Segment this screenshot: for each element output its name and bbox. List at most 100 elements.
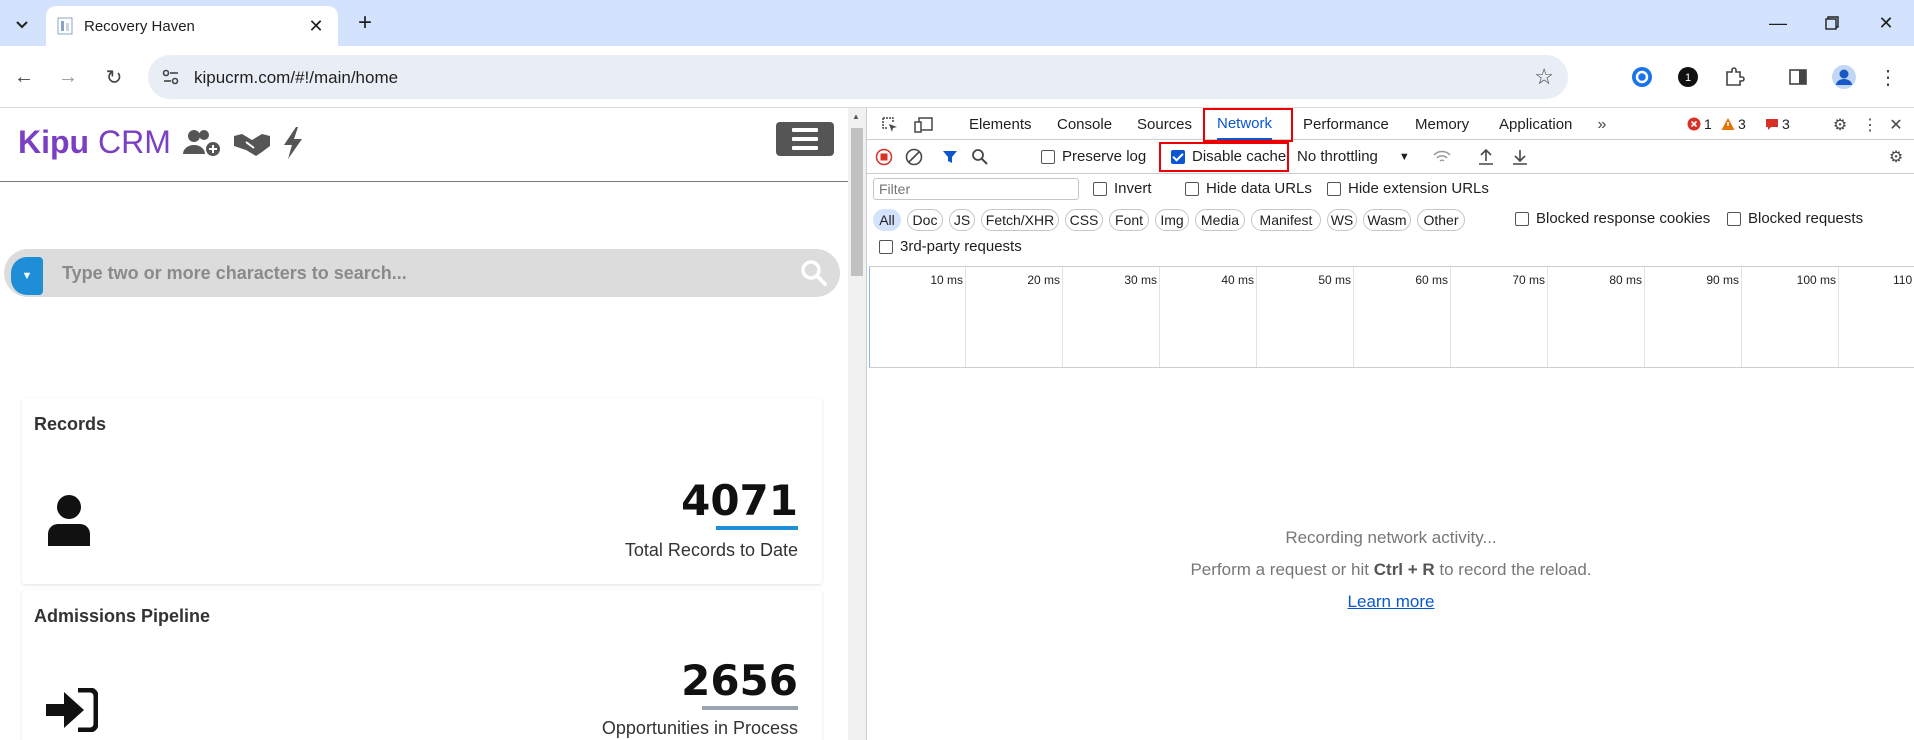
timeline-label: 30 ms bbox=[1124, 273, 1157, 287]
records-card[interactable]: Records 4071 Total Records to Date bbox=[22, 398, 822, 584]
warning-count[interactable]: 3 bbox=[1721, 116, 1746, 132]
forward-icon[interactable]: → bbox=[52, 61, 84, 93]
network-timeline-overview[interactable]: 10 ms 20 ms 30 ms 40 ms 50 ms 60 ms 70 m… bbox=[869, 266, 1914, 368]
issues-count[interactable]: 3 bbox=[1765, 116, 1790, 132]
import-har-icon[interactable] bbox=[1475, 146, 1497, 168]
scrollbar-thumb[interactable] bbox=[851, 128, 863, 276]
close-devtools-icon[interactable]: ✕ bbox=[1885, 114, 1907, 136]
error-count[interactable]: 1 bbox=[1687, 116, 1712, 132]
type-filter-other[interactable]: Other bbox=[1417, 209, 1465, 231]
search-filter-dropdown[interactable]: ▼ bbox=[11, 257, 43, 295]
back-icon[interactable]: ← bbox=[8, 61, 40, 93]
type-filter-css[interactable]: CSS bbox=[1065, 209, 1103, 231]
filter-icon[interactable] bbox=[939, 146, 961, 168]
network-conditions-icon[interactable] bbox=[1431, 146, 1453, 168]
close-icon[interactable]: ✕ bbox=[304, 14, 328, 38]
url-text: kipucrm.com/#!/main/home bbox=[194, 68, 399, 87]
admissions-pipeline-card[interactable]: Admissions Pipeline 2656 Opportunities i… bbox=[22, 590, 822, 740]
timeline-label: 100 ms bbox=[1796, 273, 1836, 287]
blocked-requests-checkbox[interactable]: Blocked requests bbox=[1727, 210, 1863, 227]
third-party-requests-checkbox[interactable]: 3rd-party requests bbox=[879, 238, 1022, 255]
admissions-count: 2656 bbox=[681, 656, 798, 705]
extension-badge-icon[interactable]: 1 bbox=[1674, 63, 1702, 91]
network-toolbar: Preserve log Disable cache No throttling… bbox=[867, 140, 1914, 174]
reload-icon[interactable]: ↻ bbox=[98, 61, 130, 93]
profile-icon[interactable] bbox=[1830, 63, 1858, 91]
filter-row: Invert Hide data URLs Hide extension URL… bbox=[867, 174, 1914, 204]
scroll-up-icon[interactable]: ▲ bbox=[852, 112, 860, 121]
type-filter-doc[interactable]: Doc bbox=[907, 209, 943, 231]
clear-icon[interactable] bbox=[903, 146, 925, 168]
type-filter-fetch-xhr[interactable]: Fetch/XHR bbox=[981, 209, 1059, 231]
type-filter-js[interactable]: JS bbox=[949, 209, 975, 231]
handshake-icon[interactable] bbox=[232, 126, 272, 160]
timeline-label: 70 ms bbox=[1512, 273, 1545, 287]
browser-tab[interactable]: Recovery Haven ✕ bbox=[46, 6, 338, 46]
more-options-icon[interactable]: ⋮ bbox=[1859, 114, 1881, 136]
export-har-icon[interactable] bbox=[1509, 146, 1531, 168]
search-input[interactable] bbox=[62, 249, 762, 297]
resource-type-filters: All Doc JS Fetch/XHR CSS Font Img Media … bbox=[867, 204, 1914, 234]
type-filter-media[interactable]: Media bbox=[1195, 209, 1245, 231]
tab-title: Recovery Haven bbox=[84, 17, 195, 35]
lightning-icon[interactable] bbox=[282, 126, 304, 160]
record-stop-icon[interactable] bbox=[873, 146, 895, 168]
tab-performance[interactable]: Performance bbox=[1303, 108, 1389, 140]
timeline-label: 80 ms bbox=[1609, 273, 1642, 287]
type-filter-ws[interactable]: WS bbox=[1327, 209, 1357, 231]
preserve-log-checkbox[interactable]: Preserve log bbox=[1041, 148, 1146, 165]
tab-memory[interactable]: Memory bbox=[1415, 108, 1469, 140]
network-settings-icon[interactable]: ⚙ bbox=[1885, 146, 1907, 168]
hide-extension-urls-checkbox[interactable]: Hide extension URLs bbox=[1327, 180, 1489, 197]
minimize-icon[interactable]: — bbox=[1750, 0, 1806, 46]
browser-toolbar: ← → ↻ kipucrm.com/#!/main/home ☆ 1 ⋮ bbox=[0, 46, 1914, 108]
add-user-icon[interactable] bbox=[182, 126, 222, 160]
devtools-panel: Elements Console Sources Network Perform… bbox=[866, 108, 1914, 740]
tab-elements[interactable]: Elements bbox=[969, 108, 1032, 140]
hamburger-menu-button[interactable] bbox=[776, 122, 834, 156]
device-toolbar-icon[interactable] bbox=[913, 114, 935, 136]
address-bar[interactable]: kipucrm.com/#!/main/home ☆ bbox=[148, 55, 1568, 99]
tab-console[interactable]: Console bbox=[1057, 108, 1112, 140]
admissions-subtitle: Opportunities in Process bbox=[601, 718, 798, 738]
error-icon bbox=[1687, 117, 1701, 131]
tab-sources[interactable]: Sources bbox=[1137, 108, 1192, 140]
type-filter-manifest[interactable]: Manifest bbox=[1251, 209, 1321, 231]
invert-checkbox[interactable]: Invert bbox=[1093, 180, 1152, 197]
recording-message: Recording network activity... bbox=[1285, 528, 1497, 547]
close-window-icon[interactable]: ✕ bbox=[1858, 0, 1914, 46]
star-icon[interactable]: ☆ bbox=[1534, 64, 1554, 90]
type-filter-font[interactable]: Font bbox=[1109, 209, 1149, 231]
type-filter-all[interactable]: All bbox=[873, 209, 901, 231]
network-filter-input[interactable] bbox=[873, 178, 1079, 200]
timeline-label: 90 ms bbox=[1706, 273, 1739, 287]
side-panel-icon[interactable] bbox=[1784, 63, 1812, 91]
hide-data-urls-checkbox[interactable]: Hide data URLs bbox=[1185, 180, 1312, 197]
tab-search-icon[interactable] bbox=[6, 8, 38, 40]
menu-icon[interactable]: ⋮ bbox=[1874, 63, 1902, 91]
search-icon[interactable] bbox=[800, 259, 828, 291]
admissions-underline bbox=[702, 706, 798, 710]
site-info-icon[interactable] bbox=[160, 66, 182, 88]
timeline-label: 40 ms bbox=[1221, 273, 1254, 287]
kipu-logo[interactable]: Kipu CRM bbox=[18, 124, 171, 161]
blocked-response-cookies-checkbox[interactable]: Blocked response cookies bbox=[1515, 210, 1710, 227]
learn-more-link[interactable]: Learn more bbox=[1348, 592, 1435, 612]
throttling-select[interactable]: No throttling ▼ bbox=[1297, 148, 1410, 165]
type-filter-img[interactable]: Img bbox=[1155, 209, 1189, 231]
search-network-icon[interactable] bbox=[969, 146, 991, 168]
type-filter-wasm[interactable]: Wasm bbox=[1363, 209, 1411, 231]
timeline-label: 110 bbox=[1893, 273, 1913, 287]
card-title: Records bbox=[34, 414, 107, 434]
more-tabs-icon[interactable]: » bbox=[1591, 114, 1613, 136]
settings-icon[interactable]: ⚙ bbox=[1829, 114, 1851, 136]
third-party-row: 3rd-party requests bbox=[867, 234, 1914, 262]
tab-application[interactable]: Application bbox=[1499, 108, 1572, 140]
puzzle-icon[interactable] bbox=[1720, 63, 1748, 91]
page-scrollbar[interactable]: ▲ bbox=[848, 108, 866, 740]
inspect-element-icon[interactable] bbox=[879, 114, 901, 136]
extension-icon[interactable] bbox=[1628, 63, 1656, 91]
plus-icon[interactable]: + bbox=[350, 8, 380, 38]
user-icon bbox=[46, 494, 92, 550]
restore-icon[interactable] bbox=[1804, 0, 1860, 46]
